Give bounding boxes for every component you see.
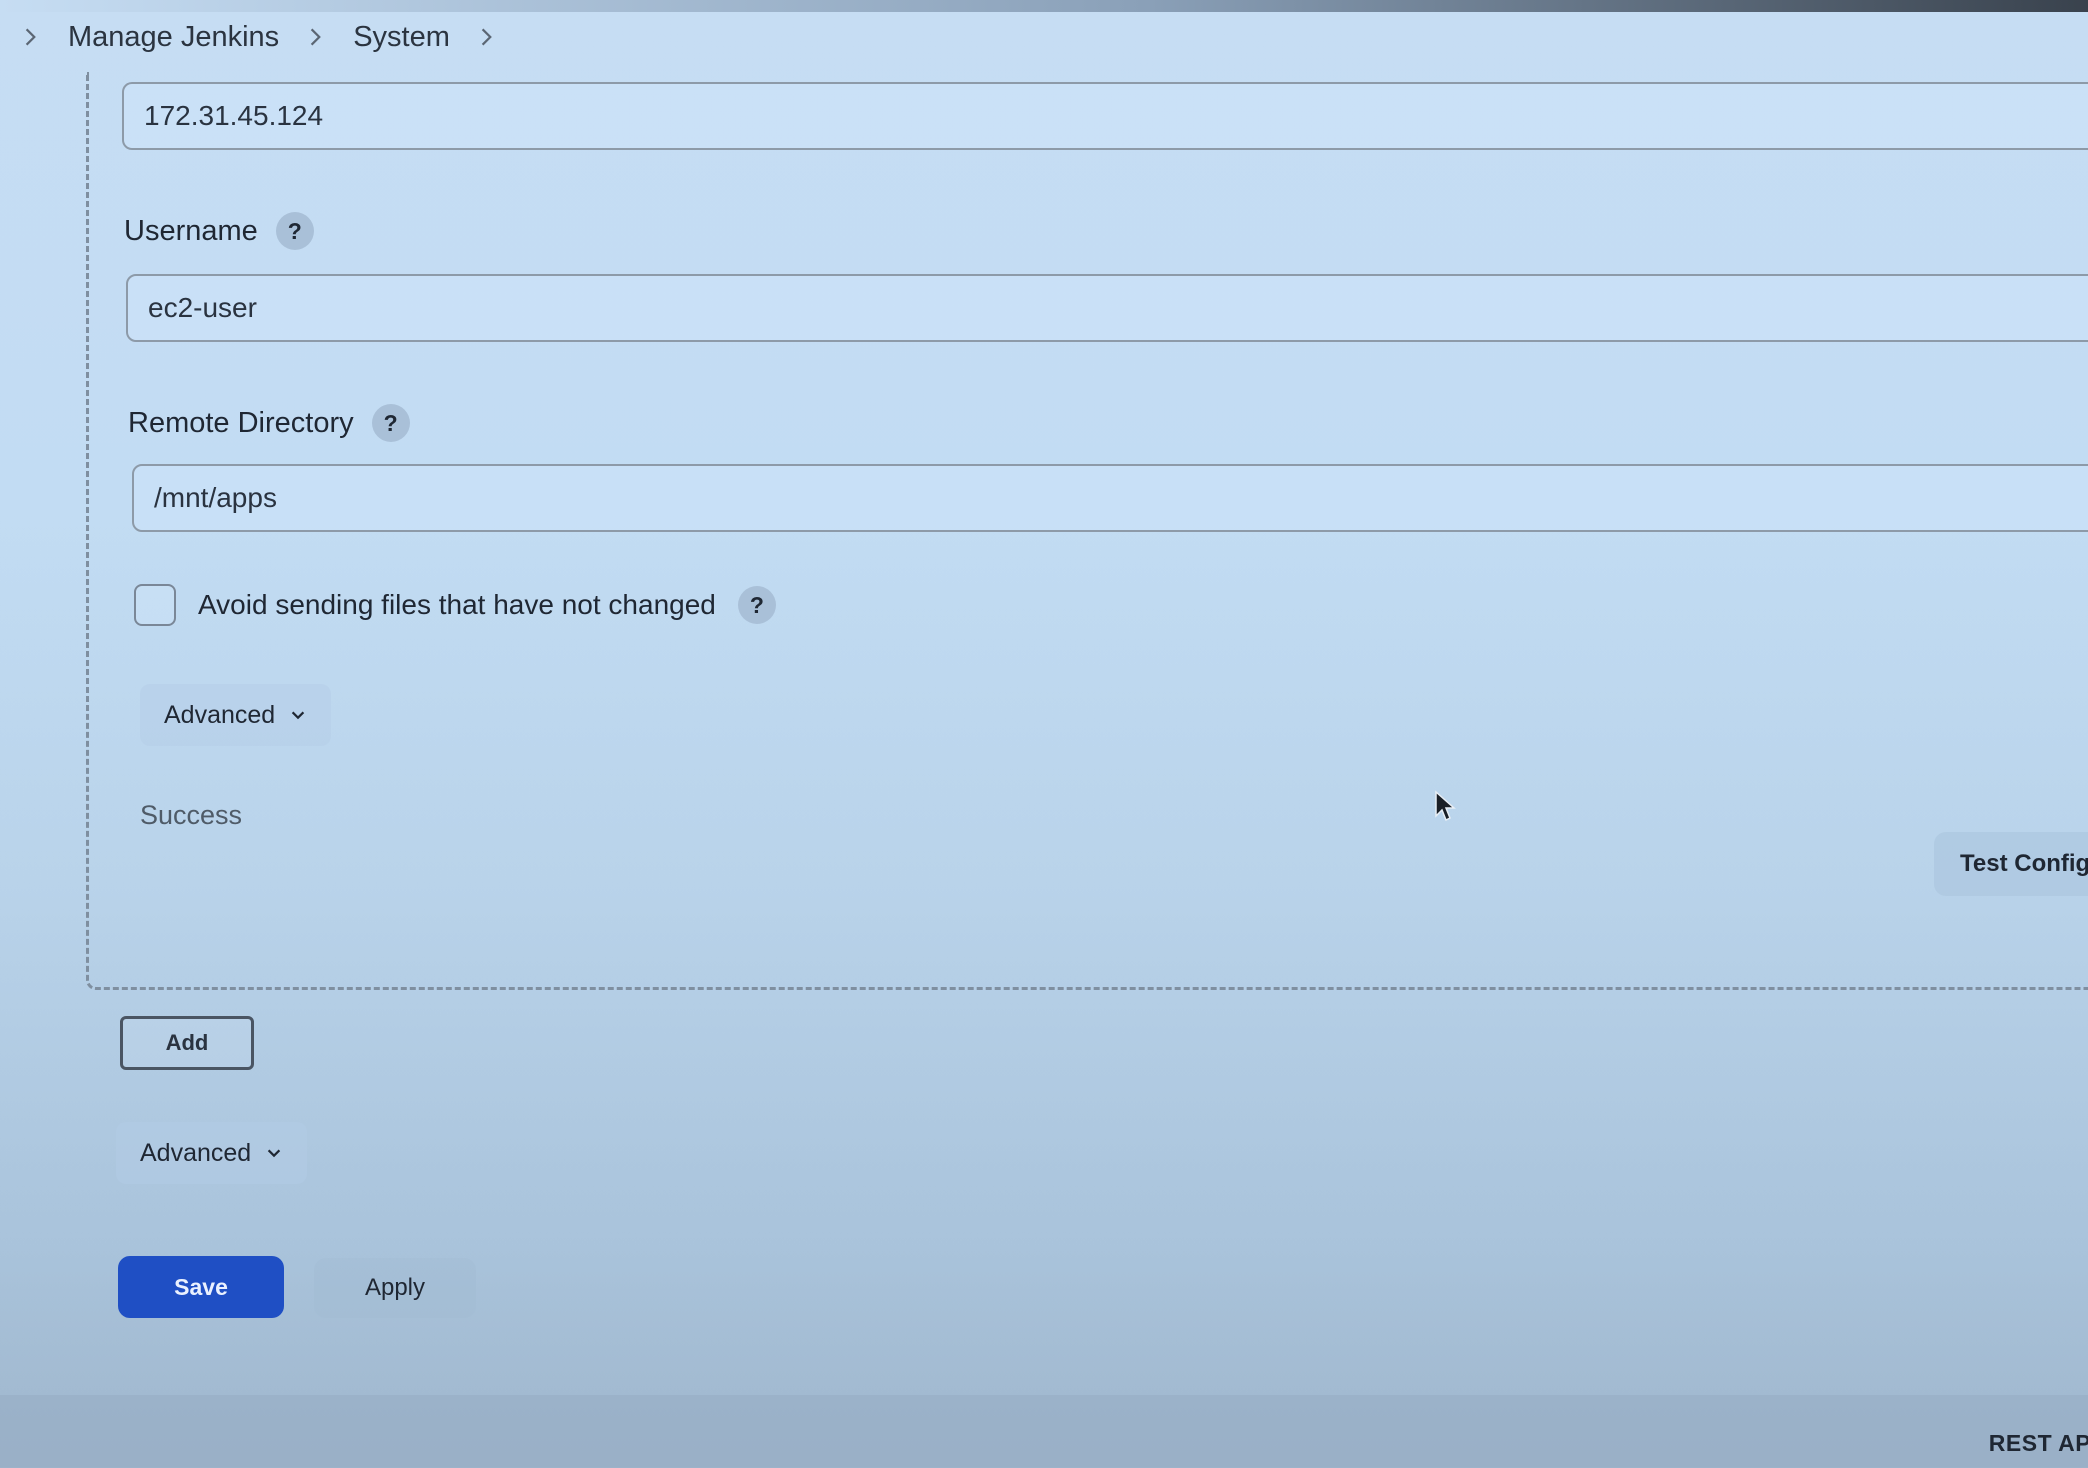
rest-api-link[interactable]: REST API — [1989, 1430, 2088, 1457]
breadcrumb-system[interactable]: System — [353, 21, 450, 54]
username-label: Username — [124, 214, 258, 247]
server-advanced-label: Advanced — [164, 700, 276, 729]
chevron-right-icon[interactable] — [20, 26, 42, 48]
test-configuration-button[interactable]: Test Configu — [1934, 832, 2088, 896]
avoid-sending-help-icon[interactable]: ? — [737, 586, 776, 624]
advanced-label: Advanced — [140, 1138, 252, 1167]
avoid-sending-checkbox[interactable] — [134, 584, 176, 626]
chevron-right-icon[interactable] — [305, 26, 327, 48]
breadcrumb-manage-jenkins[interactable]: Manage Jenkins — [68, 21, 279, 54]
avoid-sending-row: Avoid sending files that have not change… — [134, 584, 776, 626]
chevron-down-icon — [268, 1149, 281, 1158]
remote-directory-label: Remote Directory — [128, 406, 354, 439]
apply-button[interactable]: Apply — [314, 1258, 476, 1318]
breadcrumb: Manage Jenkins System — [20, 12, 498, 62]
screen-top-edge — [0, 0, 2088, 12]
username-label-row: Username ? — [124, 212, 314, 250]
hostname-input[interactable] — [122, 82, 2088, 150]
chevron-down-icon — [292, 711, 305, 720]
add-server-button[interactable]: Add — [120, 1016, 254, 1070]
username-input[interactable] — [126, 274, 2088, 342]
chevron-right-icon[interactable] — [476, 26, 498, 48]
test-status-text: Success — [140, 800, 243, 830]
page-footer — [0, 1395, 2088, 1468]
save-button[interactable]: Save — [118, 1256, 284, 1318]
username-help-icon[interactable]: ? — [275, 212, 314, 250]
remote-directory-input[interactable] — [132, 464, 2088, 532]
mouse-pointer-icon — [1435, 790, 1456, 822]
advanced-button[interactable]: Advanced — [116, 1122, 308, 1184]
server-advanced-button[interactable]: Advanced — [140, 684, 332, 746]
avoid-sending-label[interactable]: Avoid sending files that have not change… — [198, 589, 716, 621]
remote-directory-label-row: Remote Directory ? — [128, 404, 410, 442]
remote-directory-help-icon[interactable]: ? — [371, 404, 410, 442]
